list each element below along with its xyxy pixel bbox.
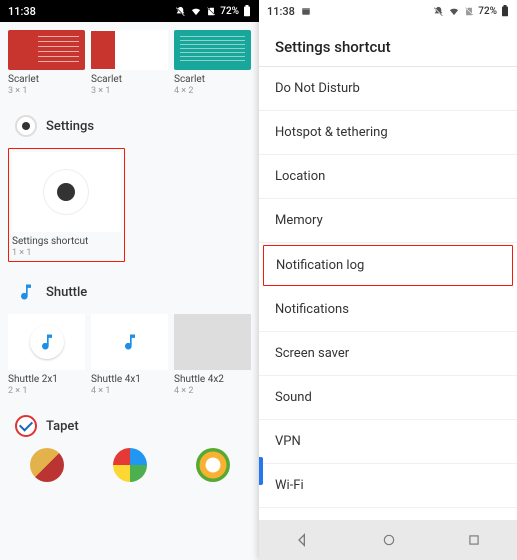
list-item-location[interactable]: Location xyxy=(259,155,517,199)
scarlet-row: Scarlet 3 × 1 Scarlet 3 × 1 Scarlet 4 × … xyxy=(8,30,251,96)
section-header-settings: Settings xyxy=(8,106,251,148)
tapet-preview-icon xyxy=(30,448,64,482)
list-item-screen-saver[interactable]: Screen saver xyxy=(259,332,517,376)
nav-recent-icon[interactable] xyxy=(467,533,481,547)
widget-size: 4 × 1 xyxy=(91,386,168,396)
settings-widget-preview xyxy=(12,152,121,232)
tapet-row xyxy=(8,448,251,486)
widget-item[interactable] xyxy=(174,448,251,486)
list-item-do-not-disturb[interactable]: Do Not Disturb xyxy=(259,67,517,111)
widget-size: 4 × 2 xyxy=(174,86,251,96)
tapet-app-icon xyxy=(14,414,38,438)
widget-label: Shuttle 2x1 xyxy=(8,374,85,386)
widget-item[interactable] xyxy=(91,448,168,486)
settings-shortcut-pane: 11:38 72% Settings shortcut Do Not Distu… xyxy=(259,0,517,560)
widget-size: 2 × 1 xyxy=(8,386,85,396)
status-bar-right: 11:38 72% xyxy=(259,0,517,22)
widget-label: Shuttle 4x1 xyxy=(91,374,168,386)
list-item-wifi[interactable]: Wi-Fi xyxy=(259,464,517,508)
wifi-icon xyxy=(190,6,202,17)
battery-pct: 72% xyxy=(478,6,497,17)
navigation-bar xyxy=(259,520,517,560)
battery-icon xyxy=(501,5,509,17)
widget-picker-pane: 11:38 72% Scarlet 3 × 1 Scarlet 3 × 1 xyxy=(0,0,259,560)
widget-item[interactable]: Shuttle 4x1 4 × 1 xyxy=(91,314,168,396)
section-header-shuttle: Shuttle xyxy=(8,272,251,314)
music-note-icon xyxy=(120,332,140,352)
shuttle-preview xyxy=(8,314,85,370)
scroll-indicator xyxy=(259,457,263,485)
settings-shortcut-widget[interactable]: Settings shortcut 1 × 1 xyxy=(8,148,125,262)
section-header-tapet: Tapet xyxy=(8,406,251,448)
shuttle-preview xyxy=(91,314,168,370)
battery-icon xyxy=(243,5,251,17)
list-item-hotspot-tethering[interactable]: Hotspot & tethering xyxy=(259,111,517,155)
wifi-icon xyxy=(448,6,460,17)
no-sim-icon xyxy=(206,6,216,17)
nav-home-icon[interactable] xyxy=(382,533,396,547)
status-icons-right: 72% xyxy=(433,5,509,17)
shuttle-row: Shuttle 2x1 2 × 1 Shuttle 4x1 4 × 1 Shut… xyxy=(8,314,251,396)
shuttle-preview xyxy=(174,314,251,370)
scarlet-preview-icon xyxy=(8,30,85,70)
widget-item[interactable]: Shuttle 4x2 4 × 2 xyxy=(174,314,251,396)
clock: 11:38 xyxy=(8,5,36,18)
widget-size: 1 × 1 xyxy=(12,248,121,258)
list-item-sound[interactable]: Sound xyxy=(259,376,517,420)
widget-item[interactable]: Shuttle 2x1 2 × 1 xyxy=(8,314,85,396)
widget-label: Scarlet xyxy=(91,74,168,86)
widget-grid[interactable]: Scarlet 3 × 1 Scarlet 3 × 1 Scarlet 4 × … xyxy=(0,22,259,504)
battery-pct: 72% xyxy=(220,6,239,17)
status-icons-left: 72% xyxy=(175,5,251,17)
tapet-preview-icon xyxy=(113,448,147,482)
section-title: Settings xyxy=(46,119,94,134)
list-item-vpn[interactable]: VPN xyxy=(259,420,517,464)
widget-item[interactable]: Scarlet 4 × 2 xyxy=(174,30,251,96)
tapet-preview-icon xyxy=(196,448,230,482)
nav-back-icon[interactable] xyxy=(295,532,311,548)
bell-off-icon xyxy=(433,6,444,17)
widget-label: Settings shortcut xyxy=(12,236,121,248)
list-item-notifications[interactable]: Notifications xyxy=(259,288,517,332)
calendar-icon xyxy=(301,6,311,16)
section-title: Tapet xyxy=(46,419,79,434)
page-title: Settings shortcut xyxy=(259,22,517,66)
settings-app-icon xyxy=(14,114,38,138)
list-item-notification-log[interactable]: Notification log xyxy=(263,245,513,286)
bell-off-icon xyxy=(175,6,186,17)
widget-item[interactable]: Scarlet 3 × 1 xyxy=(8,30,85,96)
gear-icon xyxy=(44,170,88,214)
shortcut-list[interactable]: Do Not Disturb Hotspot & tethering Locat… xyxy=(259,67,517,508)
widget-size: 3 × 1 xyxy=(8,86,85,96)
widget-item[interactable] xyxy=(8,448,85,486)
widget-label: Scarlet xyxy=(8,74,85,86)
list-item-memory[interactable]: Memory xyxy=(259,199,517,243)
status-bar-left: 11:38 72% xyxy=(0,0,259,22)
no-sim-icon xyxy=(464,6,474,17)
clock: 11:38 xyxy=(267,5,311,18)
section-title: Shuttle xyxy=(46,285,87,300)
scarlet-preview-icon xyxy=(174,30,251,70)
shuttle-app-icon xyxy=(14,280,38,304)
widget-size: 3 × 1 xyxy=(91,86,168,96)
widget-label: Shuttle 4x2 xyxy=(174,374,251,386)
music-note-icon xyxy=(37,332,57,352)
widget-item[interactable]: Scarlet 3 × 1 xyxy=(91,30,168,96)
scarlet-preview-icon xyxy=(91,31,115,69)
widget-label: Scarlet xyxy=(174,74,251,86)
widget-size: 4 × 2 xyxy=(174,386,251,396)
